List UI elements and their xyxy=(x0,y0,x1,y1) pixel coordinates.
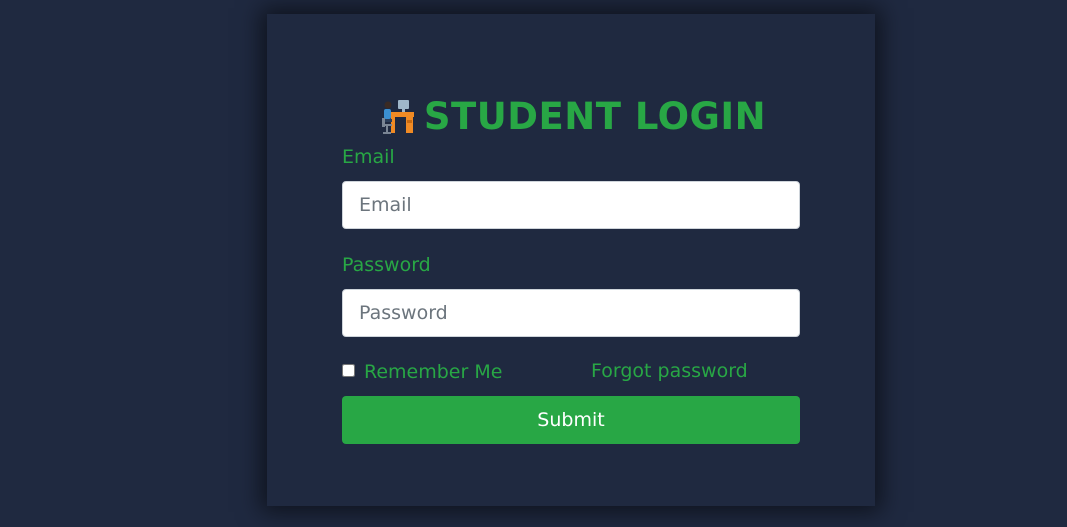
remember-me-checkbox[interactable] xyxy=(342,363,355,377)
student-desk-icon xyxy=(376,96,416,136)
password-field[interactable] xyxy=(342,289,800,337)
page-title: STUDENT LOGIN xyxy=(423,94,767,138)
remember-me-label[interactable]: Remember Me xyxy=(364,361,502,383)
forgot-password-link[interactable]: Forgot password xyxy=(591,360,748,382)
remember-me-row: Remember Me xyxy=(342,360,502,384)
submit-button[interactable]: Submit xyxy=(342,396,800,444)
email-label: Email xyxy=(342,146,395,168)
title-row: STUDENT LOGIN xyxy=(267,92,875,140)
email-field[interactable] xyxy=(342,181,800,229)
login-card: STUDENT LOGIN Email Password Remember Me… xyxy=(267,14,875,506)
password-label: Password xyxy=(342,254,431,276)
